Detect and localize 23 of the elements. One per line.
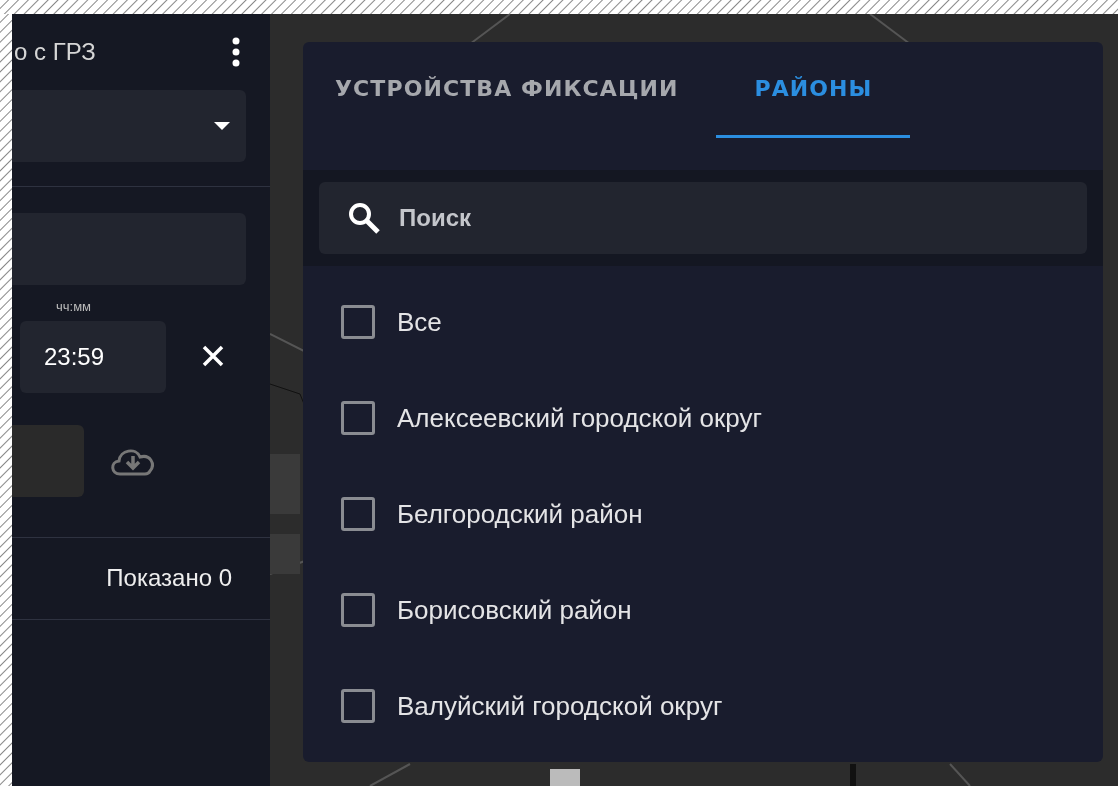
district-item[interactable]: Валуйский городской округ: [303, 658, 1103, 754]
checkbox[interactable]: [341, 689, 375, 723]
district-item[interactable]: Все: [303, 274, 1103, 370]
time-label: чч:мм: [56, 298, 93, 316]
sidebar-title: о с ГРЗ: [14, 37, 96, 67]
checkbox[interactable]: [341, 593, 375, 627]
time-field[interactable]: 23:59: [20, 320, 166, 393]
tab[interactable]: РАЙОНЫ: [716, 42, 911, 138]
tab[interactable]: УСТРОЙСТВА ФИКСАЦИИ: [333, 42, 681, 138]
checkbox[interactable]: [341, 305, 375, 339]
shown-count: Показано 0: [106, 563, 232, 593]
district-item[interactable]: Белгородский район: [303, 466, 1103, 562]
search-field[interactable]: Поиск: [319, 182, 1087, 254]
dropdown-field[interactable]: [12, 90, 246, 162]
more-icon[interactable]: [232, 37, 240, 67]
checkbox[interactable]: [341, 497, 375, 531]
close-icon[interactable]: [202, 344, 224, 367]
search-icon: [347, 201, 381, 235]
district-item[interactable]: Алексеевский городской округ: [303, 370, 1103, 466]
checkbox[interactable]: [341, 401, 375, 435]
input-field[interactable]: [12, 213, 246, 285]
district-item[interactable]: Борисовский район: [303, 562, 1103, 658]
caret-icon: [214, 122, 230, 130]
